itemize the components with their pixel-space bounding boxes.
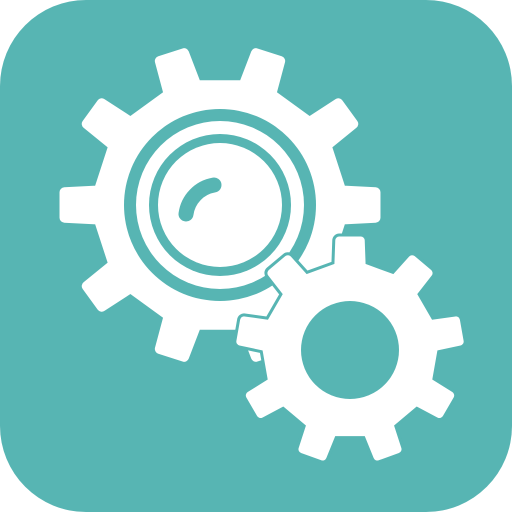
large-gear-lens-inner bbox=[158, 143, 282, 267]
gears-icon bbox=[0, 0, 512, 512]
small-gear-hole bbox=[301, 301, 399, 399]
app-icon[interactable] bbox=[0, 0, 512, 512]
